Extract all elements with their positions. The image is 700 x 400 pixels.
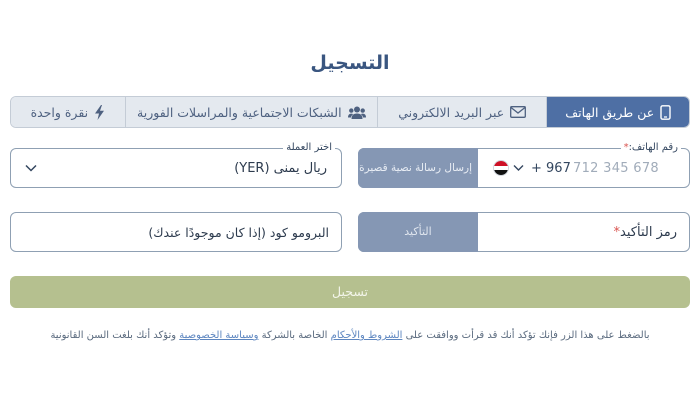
phone-field: رقم الهاتف:* إرسال رسالة نصية قصيرة + 96… — [358, 142, 690, 188]
currency-label: اختر العملة — [283, 142, 335, 154]
chevron-down-icon[interactable] — [513, 164, 524, 172]
confirmation-code-label-text: رمز التأكيد — [620, 225, 677, 240]
register-button[interactable]: تسجيل — [10, 276, 690, 308]
page-title: التسجيل — [310, 52, 390, 74]
promo-code-field — [10, 212, 342, 252]
terms-link[interactable]: الشروط والأحكام — [331, 330, 403, 341]
terms-prefix: بالضغط على هذا الزر فإنك تؤكد أنك قد قرأ… — [405, 330, 650, 341]
currency-value: ريال يمنى (YER) — [234, 161, 327, 176]
terms-suffix: وتؤكد أنك بلغت السن القانونية — [50, 330, 177, 341]
tab-email[interactable]: عبر البريد الالكتروني — [377, 97, 548, 127]
tab-one-click[interactable]: نقرة واحدة — [11, 97, 126, 127]
phone-label: رقم الهاتف:* — [620, 142, 681, 154]
terms-notice: بالضغط على هذا الزر فإنك تؤكد أنك قد قرأ… — [10, 330, 690, 341]
tab-phone[interactable]: عن طريق الهاتف — [547, 97, 689, 127]
confirmation-code-label: رمز التأكيد* — [614, 225, 677, 240]
mobile-phone-icon — [660, 104, 671, 120]
yemen-flag-icon[interactable] — [493, 160, 509, 176]
lightning-bolt-icon — [95, 104, 105, 120]
privacy-policy-link[interactable]: وسياسة الخصوصية — [179, 330, 258, 341]
phone-label-text: رقم الهاتف: — [628, 142, 678, 153]
promo-code-input[interactable] — [29, 213, 329, 251]
phone-input[interactable]: 712 345 678 — [573, 161, 659, 176]
currency-select[interactable]: اختر العملة ريال يمنى (YER) — [10, 142, 342, 188]
tab-social-networks[interactable]: الشبكات الاجتماعية والمراسلات الفورية — [125, 97, 378, 127]
registration-method-tabs: عن طريق الهاتف عبر البريد الالكتروني الش… — [10, 96, 690, 128]
users-icon — [347, 106, 366, 119]
confirm-button[interactable]: التأكيد — [358, 212, 478, 252]
terms-middle: الخاصة بالشركة — [261, 330, 328, 341]
confirmation-code-field[interactable]: التأكيد رمز التأكيد* — [358, 212, 690, 252]
tab-email-label: عبر البريد الالكتروني — [398, 104, 505, 120]
tab-phone-label: عن طريق الهاتف — [565, 104, 655, 120]
send-sms-button[interactable]: إرسال رسالة نصية قصيرة — [358, 148, 478, 188]
tab-one-click-label: نقرة واحدة — [30, 104, 89, 120]
envelope-icon — [510, 106, 527, 118]
tab-social-label: الشبكات الاجتماعية والمراسلات الفورية — [137, 104, 342, 120]
chevron-down-icon — [25, 164, 37, 172]
country-code: + 967 — [531, 161, 571, 176]
